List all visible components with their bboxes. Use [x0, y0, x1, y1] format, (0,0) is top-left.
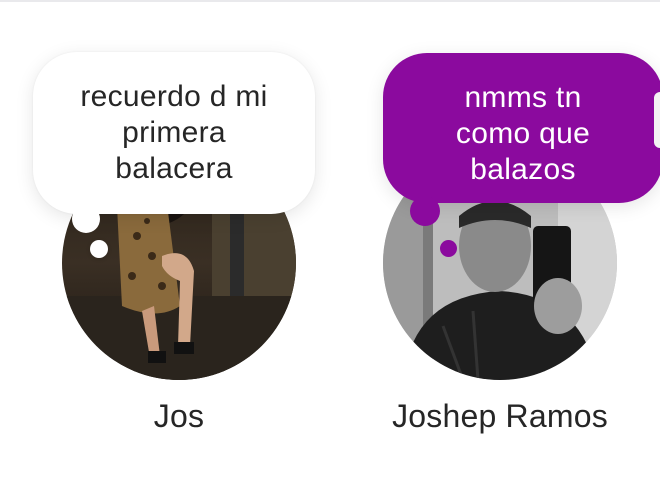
note-bubble-jos[interactable]: recuerdo d mi primera balacera	[33, 52, 315, 214]
bubble-tail-large	[72, 205, 100, 233]
note-text-line: recuerdo d mi	[80, 80, 268, 113]
note-text-line: balacera	[115, 152, 233, 185]
note-card-joshep-ramos[interactable]: nmms tn como que balazos Joshep Ramos	[330, 0, 660, 503]
note-card-jos[interactable]: recuerdo d mi primera balacera Jos	[0, 0, 330, 503]
bubble-tail-large	[410, 196, 440, 226]
note-text-line: nmms tn	[464, 81, 582, 114]
next-note-edge[interactable]	[654, 92, 660, 148]
note-text-line: como que	[455, 117, 591, 150]
user-name-jos: Jos	[153, 398, 205, 434]
bubble-tail-small	[90, 240, 108, 258]
note-text-line: primera	[122, 116, 226, 149]
note-text-line: balazos	[470, 153, 576, 186]
note-bubble-joshep-ramos[interactable]: nmms tn como que balazos	[383, 53, 660, 203]
user-name-joshep-ramos: Joshep Ramos	[392, 398, 608, 434]
bubble-tail-small	[440, 240, 457, 257]
